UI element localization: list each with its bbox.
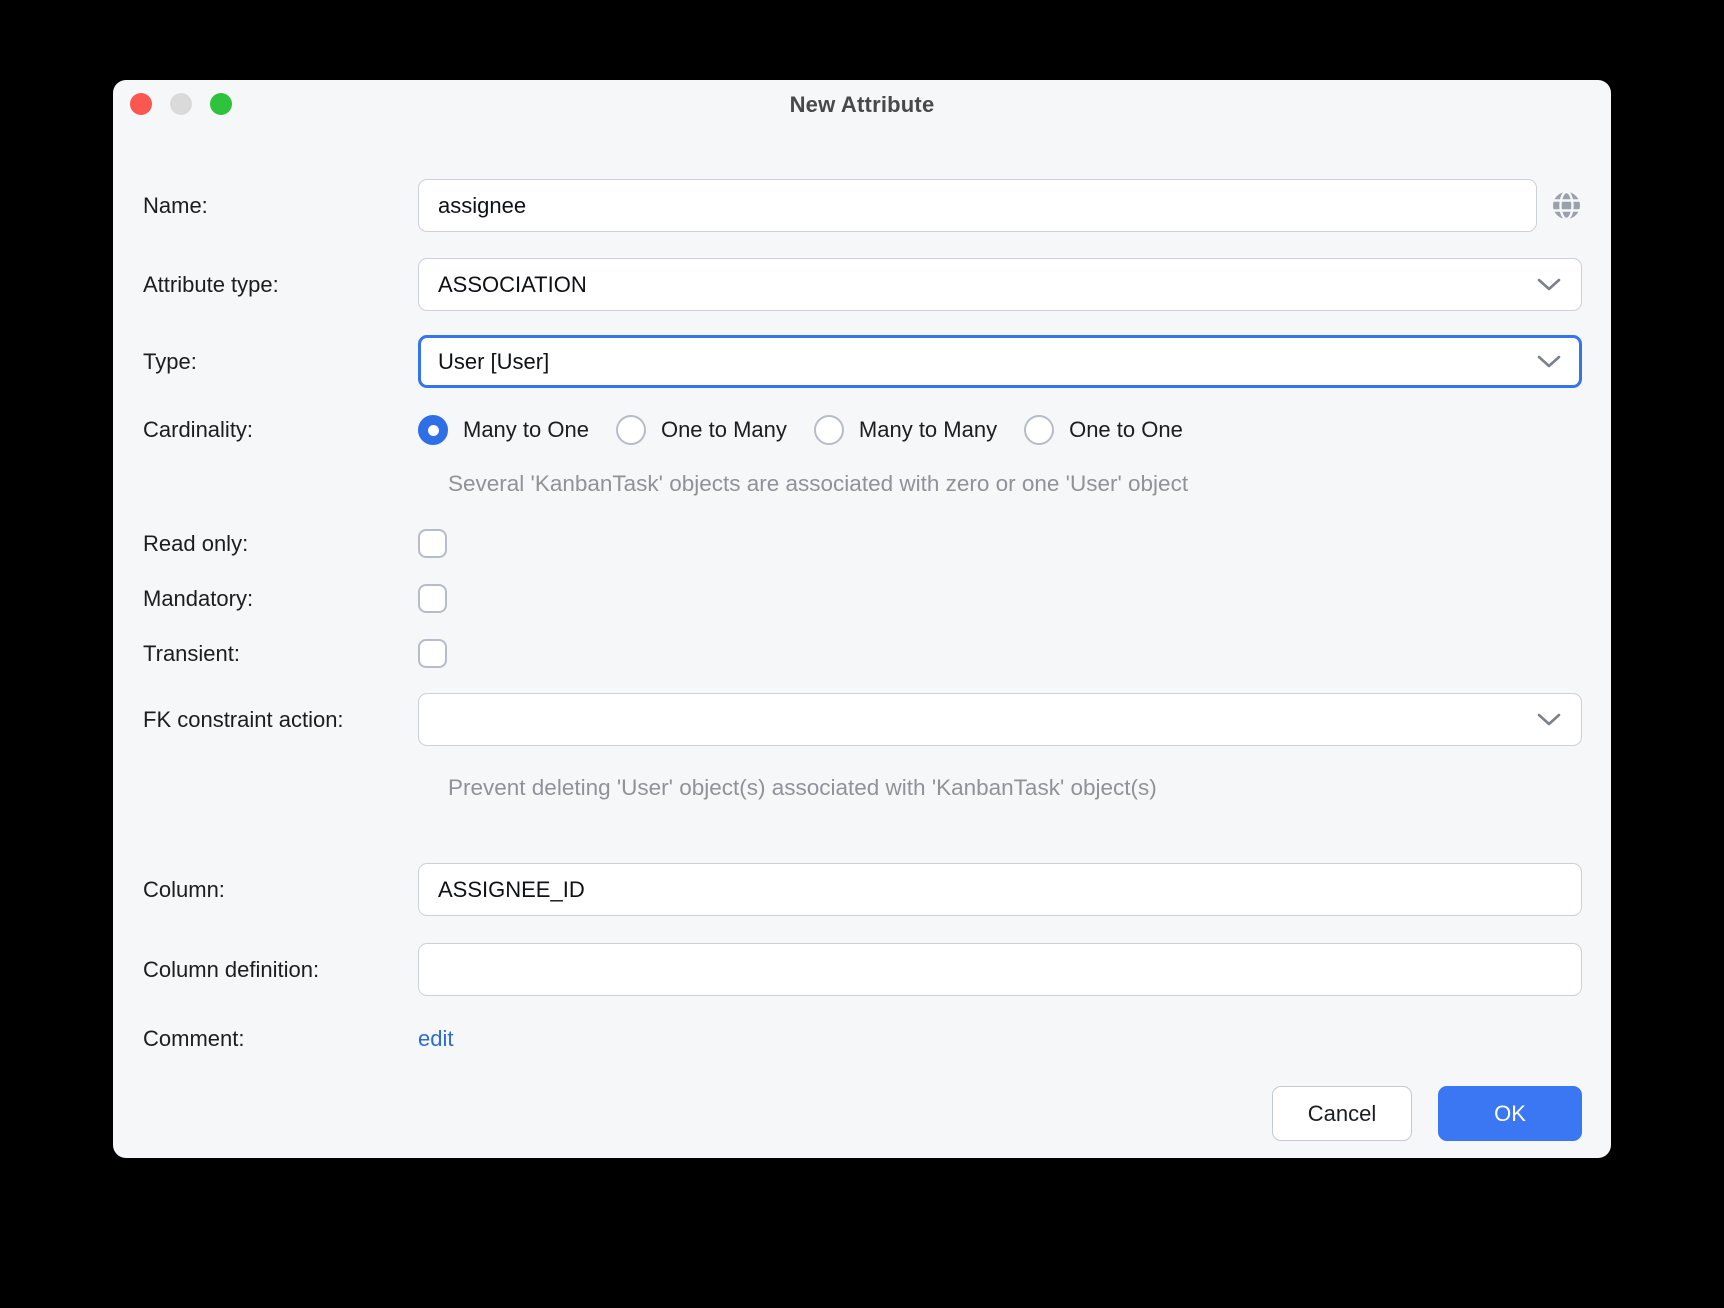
type-label: Type: (143, 349, 418, 375)
read-only-label: Read only: (143, 531, 418, 557)
type-value: User [User] (438, 349, 549, 375)
transient-label: Transient: (143, 641, 418, 667)
chevron-down-icon (1536, 354, 1562, 369)
cardinality-label: Cardinality: (143, 417, 418, 443)
minimize-button[interactable] (170, 93, 192, 115)
close-button[interactable] (130, 93, 152, 115)
fk-constraint-hint: Prevent deleting 'User' object(s) associ… (448, 775, 1157, 801)
name-label: Name: (143, 193, 418, 219)
radio-many-to-many[interactable]: Many to Many (814, 415, 997, 445)
comment-edit-link[interactable]: edit (418, 1026, 453, 1052)
new-attribute-dialog: New Attribute Name: Attribute type: ASSO… (113, 80, 1611, 1158)
globe-icon[interactable] (1550, 189, 1583, 222)
radio-many-to-one[interactable]: Many to One (418, 415, 589, 445)
cardinality-hint: Several 'KanbanTask' objects are associa… (448, 471, 1188, 497)
ok-button[interactable]: OK (1438, 1086, 1582, 1141)
column-definition-label: Column definition: (143, 957, 418, 983)
title-bar: New Attribute (113, 80, 1611, 130)
transient-checkbox[interactable] (418, 639, 447, 668)
mandatory-label: Mandatory: (143, 586, 418, 612)
zoom-button[interactable] (210, 93, 232, 115)
cancel-button[interactable]: Cancel (1272, 1086, 1412, 1141)
cardinality-radio-group: Many to One One to Many Many to Many One… (418, 415, 1183, 445)
chevron-down-icon (1536, 712, 1562, 727)
column-label: Column: (143, 877, 418, 903)
attribute-type-value: ASSOCIATION (438, 272, 587, 298)
dialog-title: New Attribute (790, 92, 935, 118)
radio-icon (814, 415, 844, 445)
attribute-type-select[interactable]: ASSOCIATION (418, 258, 1582, 311)
radio-icon (418, 415, 448, 445)
radio-one-to-one[interactable]: One to One (1024, 415, 1183, 445)
attribute-type-label: Attribute type: (143, 272, 418, 298)
column-definition-input[interactable] (418, 943, 1582, 996)
read-only-checkbox[interactable] (418, 529, 447, 558)
type-select[interactable]: User [User] (418, 335, 1582, 388)
radio-icon (616, 415, 646, 445)
fk-constraint-label: FK constraint action: (143, 707, 418, 733)
column-input[interactable] (418, 863, 1582, 916)
comment-label: Comment: (143, 1026, 418, 1052)
radio-icon (1024, 415, 1054, 445)
name-input[interactable] (418, 179, 1537, 232)
radio-one-to-many[interactable]: One to Many (616, 415, 787, 445)
mandatory-checkbox[interactable] (418, 584, 447, 613)
chevron-down-icon (1536, 277, 1562, 292)
fk-constraint-select[interactable] (418, 693, 1582, 746)
